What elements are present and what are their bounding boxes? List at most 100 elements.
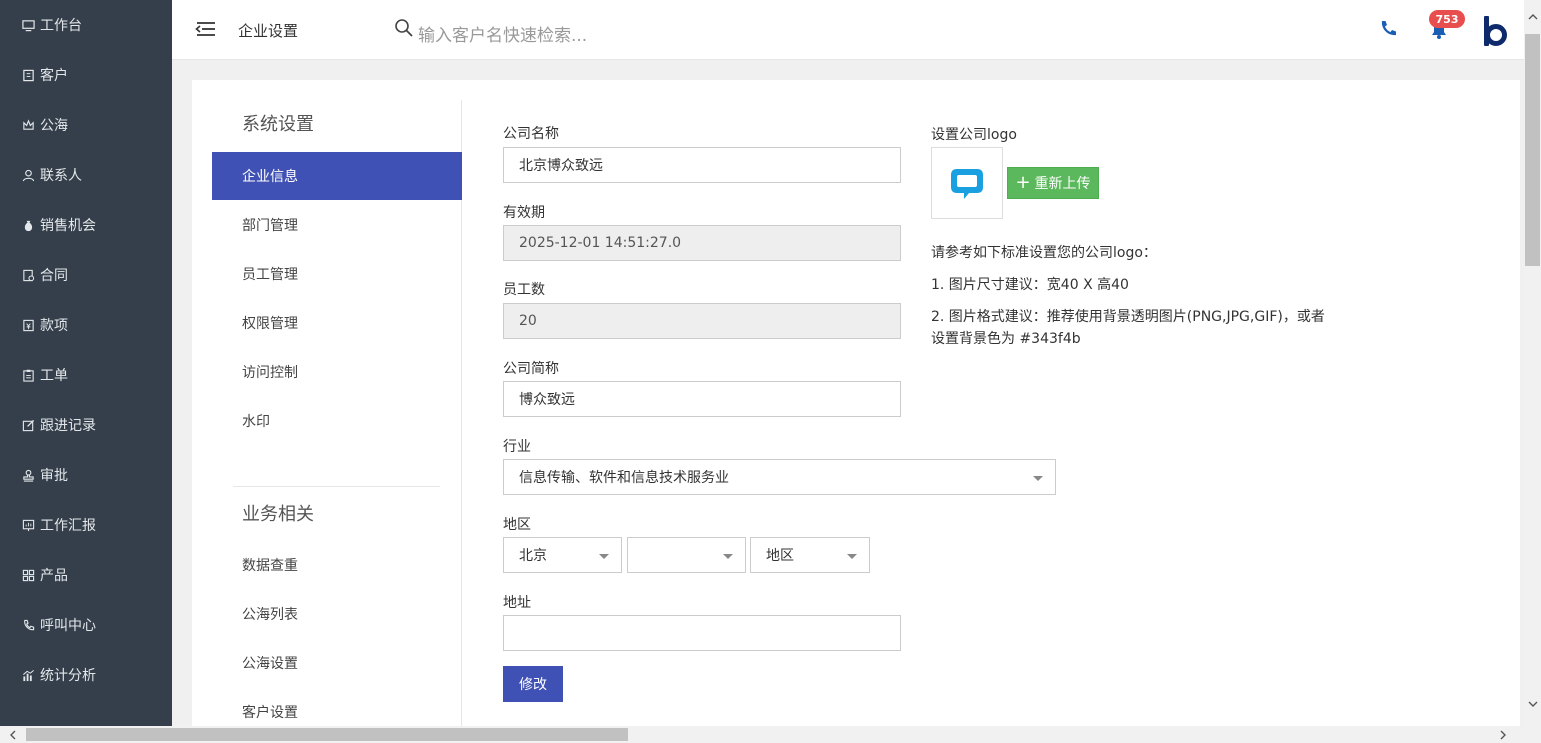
nav-item-label: 工单 <box>40 368 68 384</box>
nav-item-work-orders[interactable]: 工单 <box>0 350 172 400</box>
nav-item-customers[interactable]: 客户 <box>0 50 172 100</box>
region-district-select[interactable]: 地区 <box>750 537 870 573</box>
logo-tip-title: 请参考如下标准设置您的公司logo： <box>931 245 1157 261</box>
employees-label: 员工数 <box>503 282 545 298</box>
nav-item-payments[interactable]: 款项 <box>0 300 172 350</box>
nav-item-label: 跟进记录 <box>40 418 96 434</box>
chevron-down-icon <box>723 554 733 559</box>
company-name-input[interactable] <box>503 147 901 183</box>
top-header: 企业设置 753 <box>172 0 1524 60</box>
nav-item-label: 客户 <box>40 68 68 84</box>
nav-item-label: 工作汇报 <box>40 518 96 534</box>
sub-nav-item-departments[interactable]: 部门管理 <box>212 201 462 249</box>
logo-tip-format: 2. 图片格式建议：推荐使用背景透明图片(PNG,JPG,GIF)，或者 <box>931 309 1325 325</box>
menu-collapse-icon[interactable] <box>194 19 216 39</box>
nav-item-label: 统计分析 <box>40 668 96 684</box>
nav-item-public-pool[interactable]: 公海 <box>0 100 172 150</box>
search-icon[interactable] <box>394 18 414 38</box>
monitor-icon <box>19 18 37 32</box>
chat-bubble-logo-icon <box>951 169 983 199</box>
nav-item-opportunities[interactable]: 销售机会 <box>0 200 172 250</box>
expiry-label: 有效期 <box>503 205 545 221</box>
logo-tip-bgcolor: 设置背景色为 #343f4b <box>931 331 1081 347</box>
money-bag-icon <box>19 218 37 232</box>
nav-item-approvals[interactable]: 审批 <box>0 450 172 500</box>
address-input[interactable] <box>503 615 901 651</box>
scroll-up-icon[interactable] <box>1524 8 1541 25</box>
phone-call-icon <box>19 618 37 632</box>
nav-item-label: 合同 <box>40 268 68 284</box>
sub-nav-item-watermark[interactable]: 水印 <box>212 397 462 445</box>
brand-logo[interactable] <box>1482 16 1508 48</box>
building-icon <box>19 68 37 82</box>
company-name-label: 公司名称 <box>503 126 559 142</box>
industry-label: 行业 <box>503 439 531 455</box>
region-province-select[interactable]: 北京 <box>503 537 622 573</box>
submit-button[interactable]: 修改 <box>503 666 563 702</box>
nav-item-contacts[interactable]: 联系人 <box>0 150 172 200</box>
horizontal-scrollbar[interactable] <box>0 726 1524 743</box>
sub-nav-item-employees[interactable]: 员工管理 <box>212 250 462 298</box>
nav-item-label: 呼叫中心 <box>40 618 96 634</box>
settings-sub-nav: 系统设置 企业信息 部门管理 员工管理 权限管理 访问控制 水印 业务相关 数据… <box>192 100 462 726</box>
sub-nav-item-company-info[interactable]: 企业信息 <box>212 152 462 200</box>
industry-select[interactable]: 信息传输、软件和信息技术服务业 <box>503 459 1056 495</box>
region-city-select[interactable] <box>627 537 746 573</box>
crown-icon <box>19 118 37 132</box>
chevron-down-icon <box>847 554 857 559</box>
industry-select-value: 信息传输、软件和信息技术服务业 <box>519 470 729 486</box>
user-icon <box>19 168 37 182</box>
nav-item-follow-ups[interactable]: 跟进记录 <box>0 400 172 450</box>
scroll-down-icon[interactable] <box>1524 695 1541 712</box>
grid-icon <box>19 568 37 582</box>
nav-item-label: 审批 <box>40 468 68 484</box>
region-district-value: 地区 <box>766 548 794 564</box>
clipboard-icon <box>19 368 37 382</box>
left-nav: 工作台 客户 公海 联系人 销售机会 合同 款项 工单 跟进记录 审批 工作汇报 <box>0 0 172 743</box>
company-logo-preview <box>931 147 1003 219</box>
nav-item-workbench[interactable]: 工作台 <box>0 0 172 50</box>
horizontal-scroll-thumb[interactable] <box>26 728 628 741</box>
nav-item-products[interactable]: 产品 <box>0 550 172 600</box>
region-label: 地区 <box>503 517 531 533</box>
chevron-down-icon <box>1033 476 1043 481</box>
reupload-logo-label: 重新上传 <box>1034 176 1091 192</box>
reupload-logo-button[interactable]: + 重新上传 <box>1007 167 1099 199</box>
scroll-right-icon[interactable] <box>1494 726 1511 743</box>
sub-nav-item-permissions[interactable]: 权限管理 <box>212 299 462 347</box>
settings-card: 系统设置 企业信息 部门管理 员工管理 权限管理 访问控制 水印 业务相关 数据… <box>192 80 1520 726</box>
search-input[interactable] <box>418 22 738 50</box>
scroll-left-icon[interactable] <box>4 726 21 743</box>
contract-icon <box>19 268 37 282</box>
sub-nav-item-access-control[interactable]: 访问控制 <box>212 348 462 396</box>
region-province-value: 北京 <box>519 548 547 564</box>
expiry-input <box>503 225 901 261</box>
sub-nav-item-dedup[interactable]: 数据查重 <box>212 541 462 589</box>
short-name-input[interactable] <box>503 381 901 417</box>
nav-item-label: 产品 <box>40 568 68 584</box>
vertical-scroll-thumb[interactable] <box>1525 34 1540 266</box>
nav-item-label: 款项 <box>40 318 68 334</box>
sub-nav-item-pool-list[interactable]: 公海列表 <box>212 590 462 638</box>
notification-badge[interactable]: 753 <box>1429 10 1465 28</box>
employees-input <box>503 303 901 339</box>
edit-icon <box>19 418 37 432</box>
payment-icon <box>19 318 37 332</box>
nav-item-label: 联系人 <box>40 168 82 184</box>
vertical-scrollbar[interactable] <box>1524 0 1541 743</box>
logo-label: 设置公司logo <box>931 127 1017 143</box>
nav-item-label: 销售机会 <box>40 218 96 234</box>
plus-icon: + <box>1015 172 1031 193</box>
nav-item-label: 公海 <box>40 118 68 134</box>
nav-item-call-center[interactable]: 呼叫中心 <box>0 600 172 650</box>
nav-item-work-reports[interactable]: 工作汇报 <box>0 500 172 550</box>
phone-icon[interactable] <box>1378 19 1398 39</box>
chart-icon <box>19 668 37 682</box>
short-name-label: 公司简称 <box>503 361 559 377</box>
sub-nav-group-system: 系统设置 <box>242 114 314 135</box>
sub-nav-item-pool-settings[interactable]: 公海设置 <box>212 639 462 687</box>
nav-item-statistics[interactable]: 统计分析 <box>0 650 172 700</box>
address-label: 地址 <box>503 595 531 611</box>
nav-item-contracts[interactable]: 合同 <box>0 250 172 300</box>
stamp-icon <box>19 468 37 482</box>
